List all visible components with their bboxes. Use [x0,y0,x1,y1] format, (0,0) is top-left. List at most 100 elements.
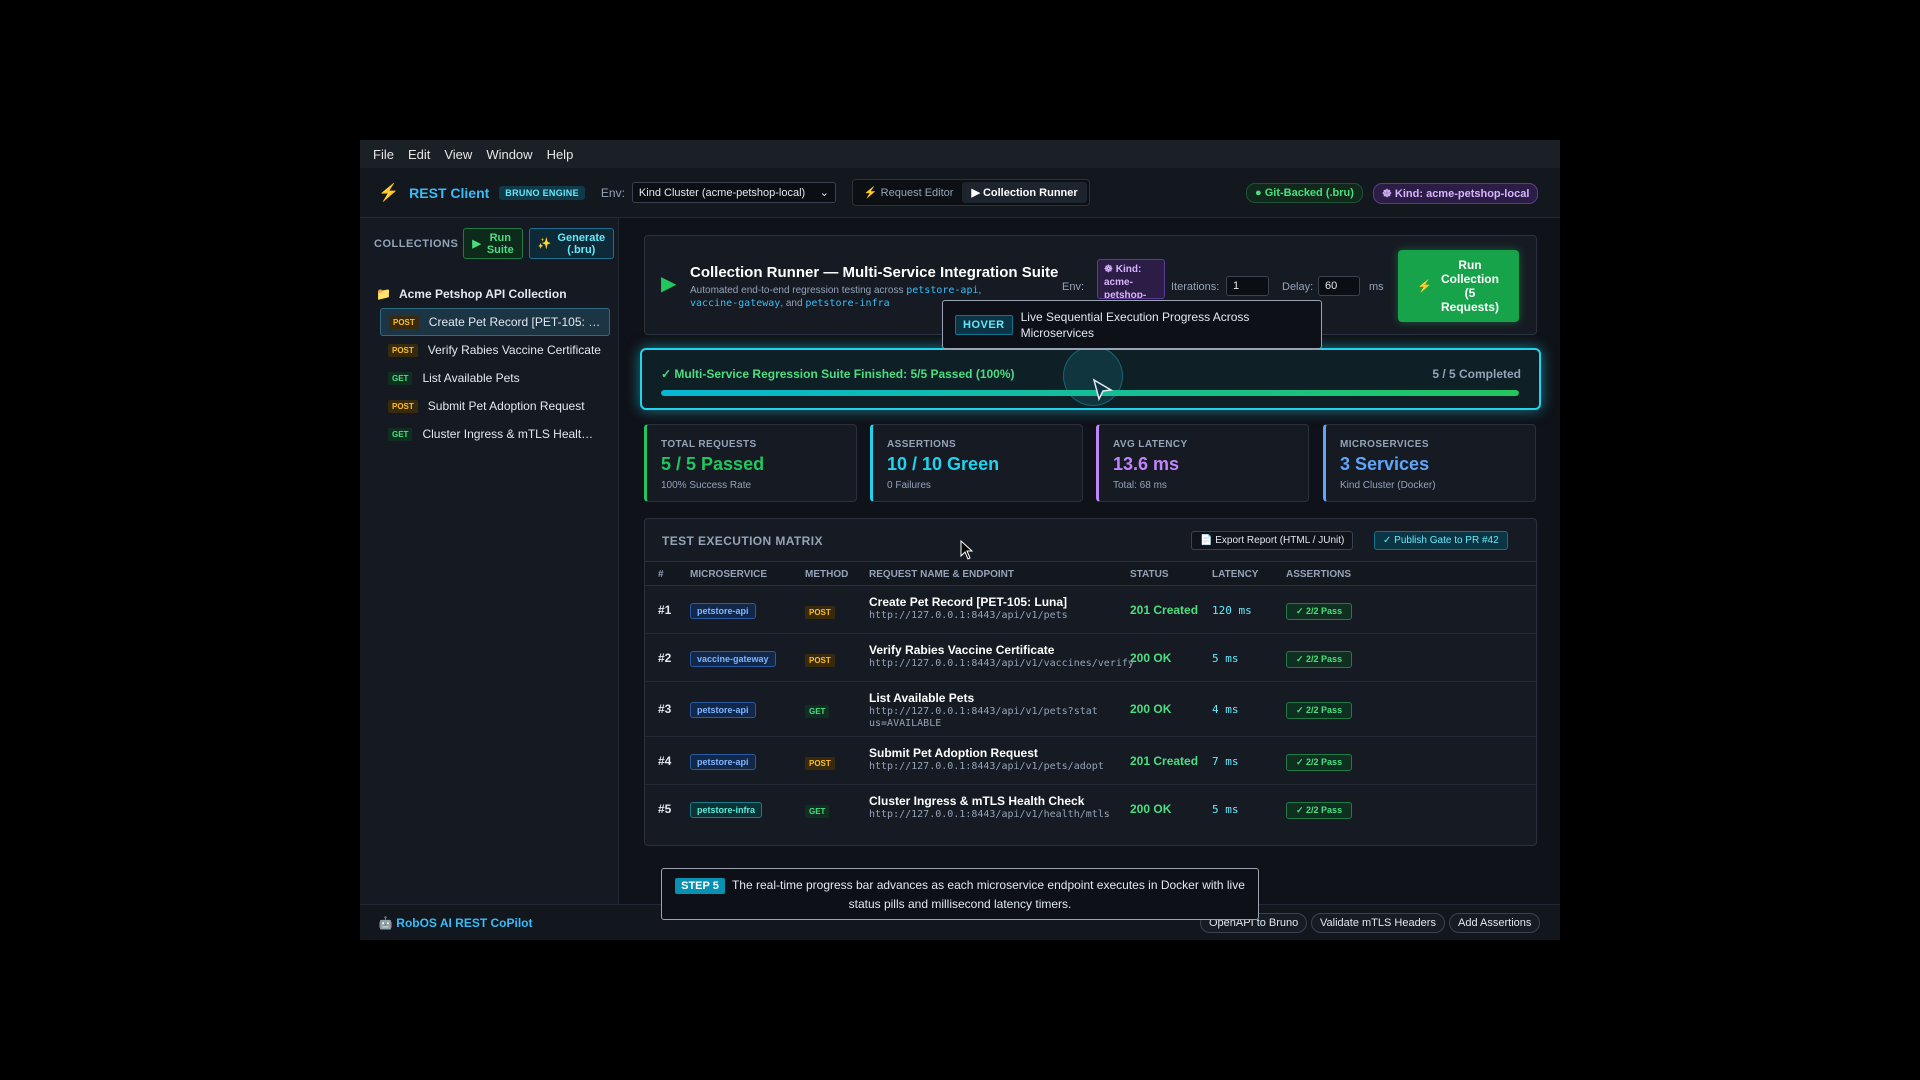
stat-value: 5 / 5 Passed [661,454,765,474]
iterations-input[interactable]: 1 [1226,276,1269,296]
menu-file[interactable]: File [366,147,401,162]
request-name: Verify Rabies Vaccine Certificate [427,343,601,357]
request-name: Cluster Ingress & mTLS Health Check [869,794,1085,808]
latency-value: 5 ms [1212,652,1239,665]
kind-cluster-pill: ☸ Kind: acme-petshop-local [1373,183,1539,204]
folder-name: Acme Petshop API Collection [398,287,567,301]
env-label: Env: [600,185,625,200]
method-badge: POST [389,315,419,329]
col-assertions: ASSERTIONS [1286,569,1352,580]
lightning-icon: ⚡ [1417,279,1432,293]
collections-header: COLLECTIONS ▶ Run Suite ✨ Generate (.bru) [374,228,615,259]
runner-env-label: Env: [1062,281,1085,293]
collections-title: COLLECTIONS [374,237,459,250]
col-request: REQUEST NAME & ENDPOINT [869,569,1015,580]
table-row[interactable]: #5 petstore-infra GET Cluster Ingress & … [645,785,1536,833]
stat-sub: 0 Failures [887,480,931,491]
progress-track [661,390,1519,396]
request-name: Cluster Ingress & mTLS Health Check [422,427,598,441]
request-url: http://127.0.0.1:8443/api/v1/health/mtls [869,809,1110,820]
method-badge: POST [805,757,835,770]
step-text: The real-time progress bar advances as e… [731,878,1245,911]
service-tag: petstore-api [690,603,756,619]
mouse-pointer-icon [960,540,974,560]
run-collection-button[interactable]: ⚡ Run Collection (5 Requests) [1398,250,1519,322]
table-row[interactable]: #3 petstore-api GET List Available Pets … [645,682,1536,737]
sidebar: COLLECTIONS ▶ Run Suite ✨ Generate (.bru) … [360,218,619,904]
stat-sub: Total: 68 ms [1113,480,1167,491]
menu-window[interactable]: Window [479,147,539,162]
request-name: List Available Pets [422,371,520,385]
step-callout: STEP 5 The real-time progress bar advanc… [661,868,1259,920]
matrix-header: # MICROSERVICE METHOD REQUEST NAME & END… [645,561,1536,586]
run-collection-label: Run Collection (5 Requests) [1440,258,1499,314]
sidebar-request-item[interactable]: POST Create Pet Record [PET-105: Luna] [380,308,610,336]
col-microservice: MICROSERVICE [690,569,768,580]
publish-gate-button[interactable]: ✓ Publish Gate to PR #42 [1374,531,1508,550]
env-select[interactable]: Kind Cluster (acme-petshop-local) ⌄ [631,182,836,203]
sidebar-request-item[interactable]: GET List Available Pets [380,364,610,392]
request-name: List Available Pets [869,691,975,705]
assertion-badge: ✓ 2/2 Pass [1286,702,1353,719]
test-execution-matrix: TEST EXECUTION MATRIX 📄 Export Report (H… [644,518,1537,846]
progress-label: ✓ Multi-Service Regression Suite Finishe… [661,367,1015,381]
play-icon: ▶ [472,237,481,250]
stat-value: 10 / 10 Green [887,454,1000,474]
stat-sub: Kind Cluster (Docker) [1340,480,1436,491]
stat-label: ASSERTIONS [887,439,957,450]
method-badge: GET [805,705,830,718]
request-name: Create Pet Record [PET-105: Luna] [428,315,605,329]
sidebar-request-item[interactable]: POST Submit Pet Adoption Request [380,392,610,420]
generate-bru-button[interactable]: ✨ Generate (.bru) [528,228,615,259]
export-report-button[interactable]: 📄 Export Report (HTML / JUnit) [1191,531,1354,550]
copilot-label[interactable]: 🤖 RobOS AI REST CoPilot [378,916,533,930]
latency-value: 7 ms [1212,755,1239,768]
collection-folder[interactable]: 📁 Acme Petshop API Collection [376,287,567,301]
delay-unit-label: ms [1369,281,1384,293]
service-tag: petstore-infra [690,802,763,818]
tab-request-editor[interactable]: ⚡ Request Editor [855,182,963,203]
delay-input[interactable]: 60 [1318,276,1360,296]
chevron-down-icon: ⌄ [819,187,829,199]
progress-count: 5 / 5 Completed [1432,367,1521,381]
col-latency: LATENCY [1212,569,1259,580]
row-num: #2 [658,651,672,665]
menu-view[interactable]: View [437,147,479,162]
engine-badge: BRUNO ENGINE [499,185,585,200]
assertion-badge: ✓ 2/2 Pass [1286,802,1353,819]
request-name: Verify Rabies Vaccine Certificate [869,643,1055,657]
assertion-badge: ✓ 2/2 Pass [1286,603,1353,620]
view-tabs: ⚡ Request Editor ▶ Collection Runner [851,179,1090,206]
stat-avg-latency: AVG LATENCY 13.6 ms Total: 68 ms [1096,424,1309,502]
request-url: http://127.0.0.1:8443/api/v1/pets?status… [869,706,1098,729]
request-list: POST Create Pet Record [PET-105: Luna] P… [380,308,610,448]
step-badge: STEP 5 [675,878,725,894]
lightning-icon: ⚡ [378,182,400,202]
service-tag: petstore-api [690,754,756,770]
latency-value: 5 ms [1212,803,1239,816]
latency-value: 4 ms [1212,703,1239,716]
add-assertions-button[interactable]: Add Assertions [1449,913,1541,933]
service-tag: petstore-api [690,702,756,718]
table-row[interactable]: #4 petstore-api POST Submit Pet Adoption… [645,737,1536,785]
menu-edit[interactable]: Edit [401,147,437,162]
method-badge: POST [388,399,418,413]
main-panel: ▶ Collection Runner — Multi-Service Inte… [619,218,1560,904]
progress-card[interactable]: ✓ Multi-Service Regression Suite Finishe… [640,346,1541,410]
sparkle-icon: ✨ [537,237,552,250]
sidebar-request-item[interactable]: GET Cluster Ingress & mTLS Health Check [380,420,610,448]
table-row[interactable]: #2 vaccine-gateway POST Verify Rabies Va… [645,634,1536,682]
table-row[interactable]: #1 petstore-api POST Create Pet Record [… [645,586,1536,634]
run-suite-button[interactable]: ▶ Run Suite [463,228,523,259]
tab-collection-runner[interactable]: ▶ Collection Runner [962,182,1087,203]
request-name: Submit Pet Adoption Request [869,746,1038,760]
sidebar-request-item[interactable]: POST Verify Rabies Vaccine Certificate [380,336,610,364]
menu-help[interactable]: Help [540,147,581,162]
assertion-badge: ✓ 2/2 Pass [1286,754,1353,771]
method-badge: GET [388,427,413,441]
request-url: http://127.0.0.1:8443/api/v1/pets [869,610,1068,621]
top-bar: ⚡ REST Client BRUNO ENGINE Env: Kind Clu… [360,168,1560,218]
hover-tooltip: HOVER Live Sequential Execution Progress… [942,300,1322,349]
status-text: 200 OK [1130,802,1172,816]
validate-mtls-button[interactable]: Validate mTLS Headers [1311,913,1445,933]
